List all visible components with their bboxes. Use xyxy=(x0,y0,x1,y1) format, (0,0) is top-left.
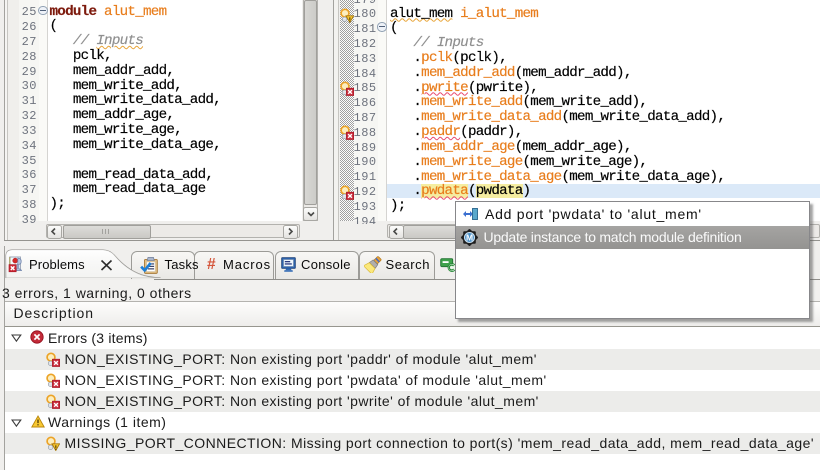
svg-text:M: M xyxy=(466,232,473,242)
